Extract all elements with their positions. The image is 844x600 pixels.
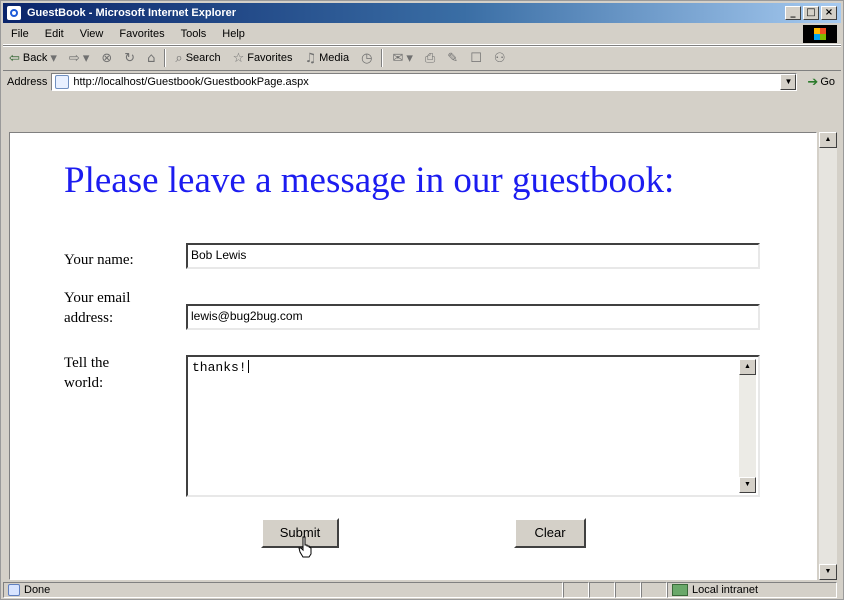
menu-tools[interactable]: Tools (173, 28, 215, 40)
scroll-down-arrow-icon[interactable]: ▼ (739, 477, 756, 493)
favorites-icon: ☆ (232, 50, 245, 66)
menu-bar: File Edit View Favorites Tools Help (3, 24, 841, 45)
favorites-button[interactable]: ☆ Favorites (227, 47, 299, 69)
name-input[interactable]: Bob Lewis (186, 243, 760, 269)
email-label-line2: address: (64, 310, 114, 326)
home-icon: ⌂ (147, 50, 156, 66)
stop-icon: ⊗ (101, 50, 113, 66)
maximize-button[interactable]: □ (803, 6, 819, 20)
page-scroll-down-arrow-icon[interactable]: ▼ (819, 564, 837, 580)
go-label: Go (820, 76, 835, 88)
history-button[interactable]: ◷ (355, 47, 378, 69)
local-intranet-icon (672, 584, 688, 596)
toolbar-separator (164, 49, 167, 67)
history-icon: ◷ (361, 50, 373, 66)
name-label: Your name: (64, 252, 134, 268)
messenger-button[interactable]: ⚇ (488, 47, 512, 69)
discuss-button[interactable]: ☐ (464, 47, 488, 69)
home-button[interactable]: ⌂ (141, 47, 161, 69)
status-text: Done (24, 584, 51, 596)
address-url: http://localhost/Guestbook/GuestbookPage… (73, 76, 309, 88)
message-value: thanks! (192, 360, 247, 375)
status-text-panel: Done (3, 582, 563, 598)
status-bar: Done Local intranet (3, 581, 841, 599)
media-button[interactable]: ♫ Media (298, 47, 355, 69)
search-button[interactable]: ⌕ Search (169, 47, 226, 69)
forward-arrow-icon: ⇨ (68, 50, 80, 66)
message-textarea[interactable]: thanks! ▲ ▼ (186, 355, 760, 497)
back-button[interactable]: ⇦ Back ▾ (3, 47, 63, 69)
back-arrow-icon: ⇦ (9, 50, 20, 66)
page-content: Please leave a message in our guestbook:… (9, 132, 817, 580)
edit-button[interactable]: ✎ (441, 47, 464, 69)
ie-app-icon (7, 6, 21, 20)
windows-logo-icon (803, 25, 837, 43)
scroll-up-arrow-icon[interactable]: ▲ (739, 359, 756, 375)
textarea-scrollbar[interactable]: ▲ ▼ (739, 359, 756, 493)
browser-window: GuestBook - Microsoft Internet Explorer … (0, 0, 844, 600)
mail-icon: ✉ (392, 50, 404, 66)
media-label: Media (319, 52, 350, 64)
hand-cursor-icon (298, 536, 312, 558)
messenger-icon: ⚇ (493, 50, 506, 66)
address-input[interactable]: http://localhost/Guestbook/GuestbookPage… (51, 73, 798, 91)
forward-button[interactable]: ⇨ ▾ (63, 47, 95, 69)
mail-button[interactable]: ✉ ▾ (386, 47, 418, 69)
zone-panel: Local intranet (667, 582, 837, 598)
favorites-label: Favorites (247, 52, 293, 64)
page-scroll-up-arrow-icon[interactable]: ▲ (819, 132, 837, 148)
status-panel (563, 582, 589, 598)
menu-favorites[interactable]: Favorites (111, 28, 172, 40)
dropdown-arrow-icon: ▾ (406, 50, 413, 66)
print-button[interactable]: ⎙ (419, 47, 441, 69)
email-label-line1: Your email (64, 290, 131, 306)
window-controls: _ □ × (785, 6, 837, 20)
menu-help[interactable]: Help (214, 28, 253, 40)
dropdown-arrow-icon: ▾ (50, 50, 57, 66)
standard-toolbar: ⇦ Back ▾ ⇨ ▾ ⊗ ↻ ⌂ ⌕ Search ☆ Favorites … (3, 45, 841, 71)
toolbar-separator (381, 49, 384, 67)
window-title: GuestBook - Microsoft Internet Explorer (27, 7, 237, 19)
stop-button[interactable]: ⊗ (95, 47, 118, 69)
dropdown-arrow-icon: ▾ (82, 50, 90, 66)
address-dropdown-button[interactable]: ▼ (780, 74, 797, 90)
clear-button[interactable]: Clear (514, 518, 586, 548)
search-label: Search (185, 52, 221, 64)
text-caret (247, 360, 249, 373)
back-label: Back (22, 52, 48, 64)
menu-file[interactable]: File (3, 28, 37, 40)
email-input[interactable]: lewis@bug2bug.com (186, 304, 760, 330)
discuss-icon: ☐ (470, 50, 482, 66)
status-panel (615, 582, 641, 598)
address-label: Address (7, 76, 48, 88)
edit-icon: ✎ (447, 50, 459, 66)
page-done-icon (8, 584, 20, 596)
refresh-icon: ↻ (124, 50, 136, 66)
menu-view[interactable]: View (72, 28, 112, 40)
go-arrow-icon: ➔ (807, 74, 819, 90)
print-icon: ⎙ (424, 50, 436, 66)
address-bar: Address http://localhost/Guestbook/Guest… (3, 71, 841, 93)
page-icon (55, 75, 70, 89)
go-button[interactable]: ➔ Go (797, 75, 841, 90)
refresh-button[interactable]: ↻ (118, 47, 141, 69)
message-text: thanks! (192, 360, 249, 375)
search-icon: ⌕ (175, 50, 183, 66)
page-scrollbar[interactable]: ▲ ▼ (819, 132, 837, 580)
media-icon: ♫ (304, 50, 317, 66)
page-heading: Please leave a message in our guestbook: (64, 160, 675, 201)
message-label-line2: world: (64, 375, 104, 391)
message-label-line1: Tell the (64, 355, 110, 371)
title-bar: GuestBook - Microsoft Internet Explorer … (3, 3, 841, 23)
zone-text: Local intranet (692, 584, 759, 596)
close-button[interactable]: × (821, 6, 837, 20)
menu-edit[interactable]: Edit (37, 28, 72, 40)
minimize-button[interactable]: _ (785, 6, 801, 20)
status-panel (641, 582, 667, 598)
status-panel (589, 582, 615, 598)
